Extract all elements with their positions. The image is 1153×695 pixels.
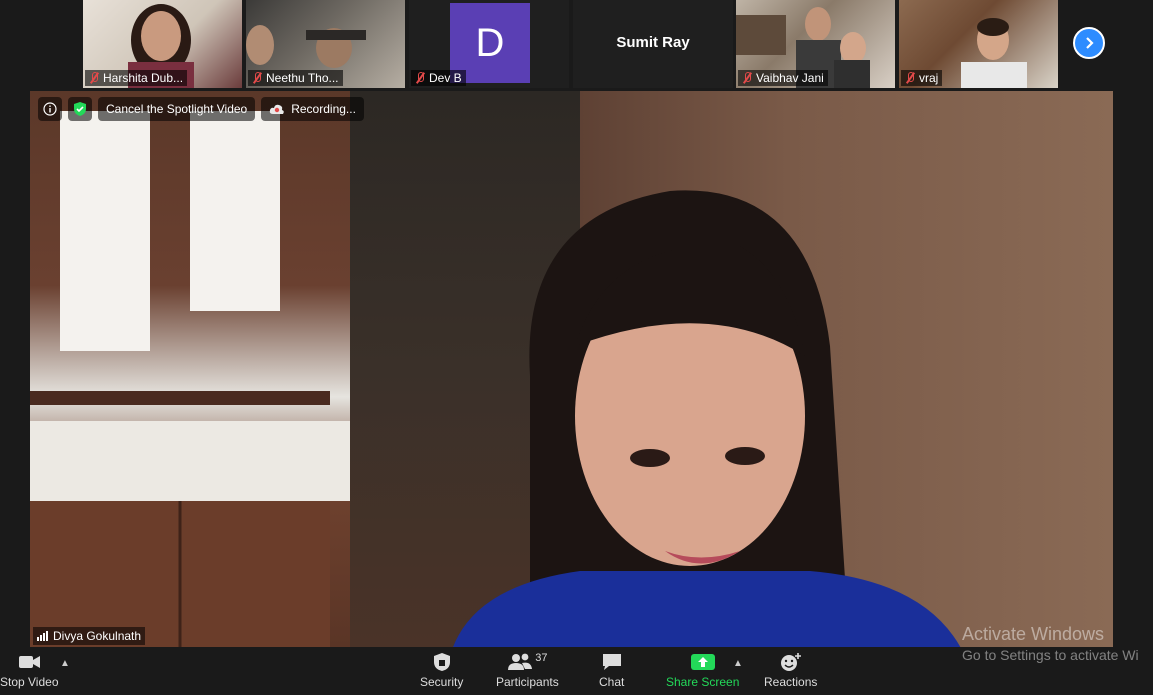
participant-name-tag: Dev B [411,70,466,86]
share-screen-label: Share Screen [666,675,740,689]
participant-name-tag: vraj [901,70,943,86]
security-label: Security [420,675,464,689]
share-options-caret[interactable]: ▲ [733,658,743,669]
reactions-button[interactable]: Reactions [764,652,817,689]
participants-button[interactable]: 37 Participants [496,652,559,689]
participant-name: Sumit Ray [616,34,690,51]
video-options-caret[interactable]: ▲ [60,658,70,669]
participant-tile[interactable]: Neethu Tho... [246,0,405,88]
cloud-recording-icon [270,104,285,114]
participant-name-tag: Vaibhav Jani [738,70,828,86]
watermark-subtitle: Go to Settings to activate Wi [962,647,1139,663]
background-cabinets [30,91,350,647]
spotlight-controls: Cancel the Spotlight Video Recording... [38,97,364,121]
participant-name: Vaibhav Jani [756,71,824,85]
chat-button[interactable]: Chat [599,652,624,689]
watermark-title: Activate Windows [962,624,1105,644]
participant-name-tag: Harshita Dub... [85,70,188,86]
speaker-video [453,190,961,647]
chat-label: Chat [599,675,625,689]
participant-name-tag: Neethu Tho... [248,70,343,86]
signal-strength-icon [37,631,48,641]
participant-name: Neethu Tho... [266,71,339,85]
mic-muted-icon [415,72,425,84]
mic-muted-icon [905,72,915,84]
encryption-button[interactable] [68,97,92,121]
activate-windows-watermark: Activate Windows Go to Settings to activ… [962,624,1139,663]
share-screen-icon [690,654,715,670]
cancel-spotlight-button[interactable]: Cancel the Spotlight Video [98,97,256,121]
speaker-name-tag: Divya Gokulnath [33,627,146,645]
spotlight-video[interactable]: Cancel the Spotlight Video Recording... … [30,91,1113,647]
participants-count: 37 [535,652,548,664]
mic-muted-icon [89,72,99,84]
participant-tile[interactable]: Harshita Dub... [83,0,242,88]
shield-icon [433,653,450,671]
people-icon [508,653,533,670]
chevron-right-icon [1086,37,1094,49]
security-button[interactable]: Security [420,652,463,689]
stop-video-button[interactable]: Stop Video [0,652,59,689]
participants-icon-group: 37 [507,652,547,672]
chat-bubble-icon [602,654,621,670]
participant-name: Harshita Dub... [103,71,184,85]
speaker-name: Divya Gokulnath [53,629,142,643]
gallery-strip: Harshita Dub... Neethu Tho... D Dev B Su… [0,0,1153,90]
participant-tile[interactable]: Vaibhav Jani [736,0,895,88]
stop-video-label: Stop Video [0,675,59,689]
video-camera-icon [19,656,41,668]
reactions-label: Reactions [764,675,818,689]
participant-tile[interactable]: vraj [899,0,1058,88]
share-screen-button[interactable]: Share Screen [666,652,739,689]
cancel-spotlight-label: Cancel the Spotlight Video [106,102,248,116]
recording-label: Recording... [291,102,356,116]
participant-tile[interactable]: D Dev B [409,0,569,88]
mic-muted-icon [252,72,262,84]
next-page-button[interactable] [1073,27,1105,59]
mic-muted-icon [742,72,752,84]
shield-check-icon [74,102,86,116]
participant-tile[interactable]: Sumit Ray [573,0,733,88]
background-detail [30,111,350,647]
smiley-plus-icon [780,653,801,671]
meeting-info-button[interactable] [38,97,62,121]
participant-name: Dev B [429,71,462,85]
info-icon [43,102,57,116]
recording-indicator[interactable]: Recording... [261,97,364,121]
participant-name: vraj [919,71,939,85]
participants-label: Participants [496,675,559,689]
